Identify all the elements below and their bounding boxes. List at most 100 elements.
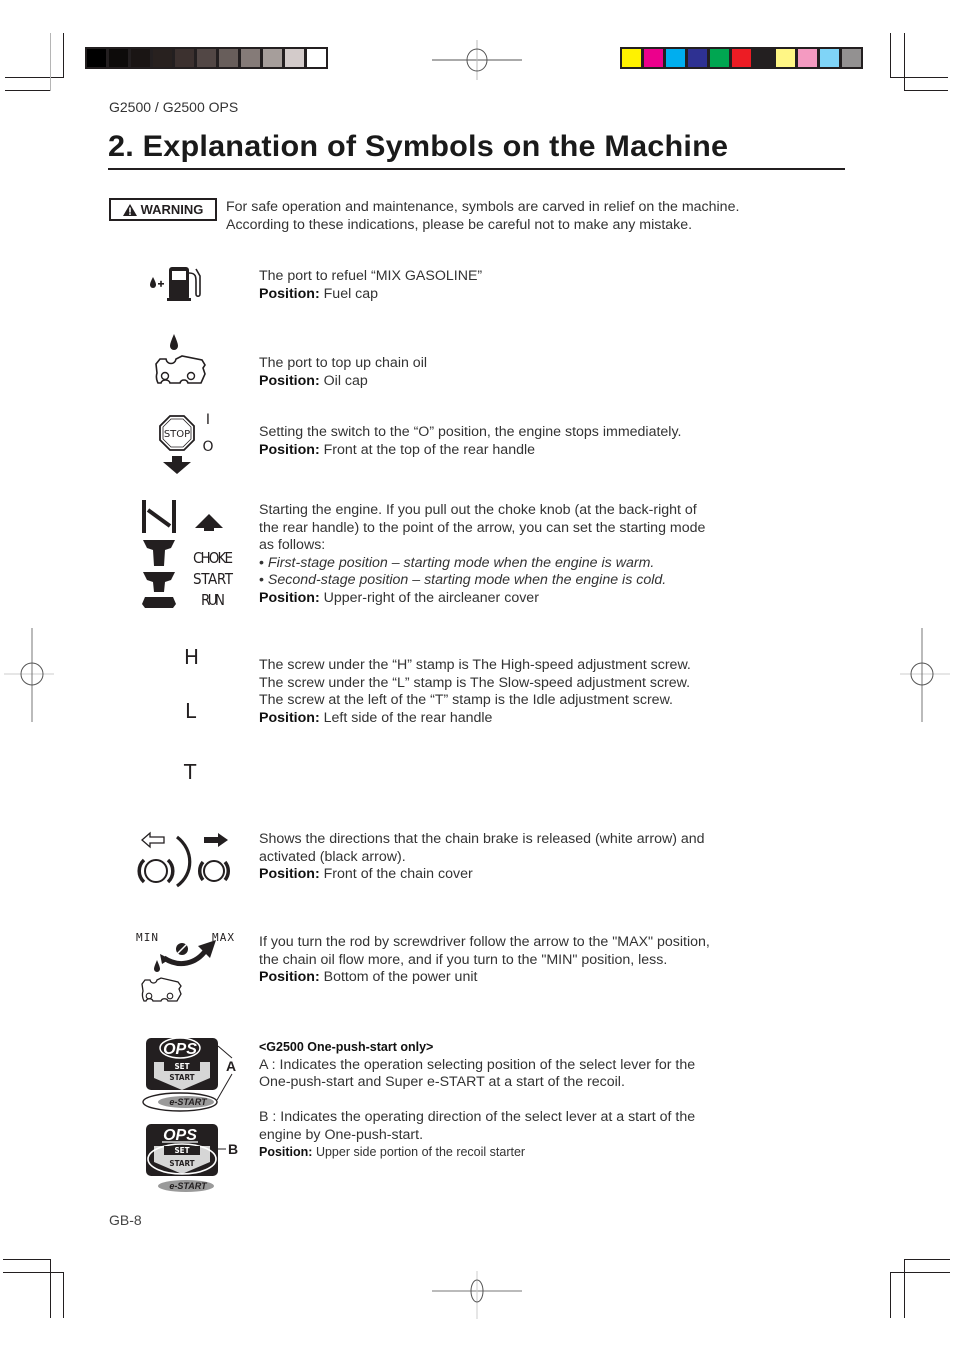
color-swatch [798, 49, 817, 67]
description-line: If you turn the rod by screwdriver follo… [259, 934, 710, 950]
warning-triangle-icon [122, 203, 137, 216]
warning-badge: WARNING [109, 198, 217, 221]
running-head: G2500 / G2500 OPS [109, 99, 239, 115]
description-line: One-push-start and Super e-START at a st… [259, 1074, 625, 1090]
position-label: Position: [259, 866, 320, 882]
position-line: Position: Upper side portion of the reco… [259, 1144, 729, 1162]
bullet-item: • Second-stage position – starting mode … [259, 572, 667, 588]
release-arrow-icon [141, 831, 165, 849]
max-label: MAX [212, 931, 234, 944]
description-line: Starting the engine. If you pull out the… [259, 502, 697, 518]
start-label: START [193, 570, 234, 588]
title-rule [108, 168, 845, 170]
choke-icon: CHOKE START RUN [140, 500, 240, 612]
chain-brake-icon [136, 830, 234, 890]
position-value: Bottom of the power unit [323, 969, 478, 985]
registration-mark-top [432, 40, 522, 80]
position-value: Oil cap [323, 372, 368, 389]
min-label: MIN [136, 931, 158, 944]
symbol-description-chain-brake: Shows the directions that the chain brak… [259, 831, 729, 884]
position-label: Position: [259, 969, 320, 985]
activate-arrow-icon [204, 833, 228, 847]
color-swatch [622, 49, 641, 67]
description-line: the rear handle) to the point of the arr… [259, 519, 706, 536]
position-line: Position: Front at the top of the rear h… [259, 442, 729, 460]
symbol-description-choke: Starting the engine. If you pull out the… [259, 502, 729, 607]
position-label: Position: [259, 709, 320, 726]
registration-mark-left [4, 628, 54, 722]
slow-speed-screw-stamp: L [185, 699, 197, 723]
color-swatch [710, 49, 729, 67]
position-line: Position: Fuel cap [259, 286, 729, 304]
set-label: SET [174, 1062, 189, 1071]
symbol-description-chain-oil: The port to top up chain oil Position: O… [259, 355, 729, 390]
description-line: Setting the switch to the “O” position, … [259, 424, 682, 440]
ops-lever-icon-a: OPS SET START e-START A [140, 1036, 244, 1114]
intro-line: According to these indications, please b… [226, 217, 693, 233]
description-line: The screw under the “H” stamp is The Hig… [259, 657, 691, 673]
switch-on-label: I [206, 412, 210, 428]
page-number: GB-8 [109, 1212, 142, 1228]
estart-label: e-START [169, 1097, 208, 1107]
description-line: engine by One-push-start. [259, 1126, 424, 1143]
gray-swatch [87, 49, 106, 67]
position-value: Front at the top of the rear handle [323, 441, 536, 458]
gray-swatch [131, 49, 150, 67]
gray-swatch [175, 49, 194, 67]
position-value: Upper side portion of the recoil starter [315, 1145, 526, 1159]
position-value: Upper-right of the aircleaner cover [323, 589, 539, 606]
callout-b-label: B [228, 1141, 238, 1157]
intro-line: For safe operation and maintenance, symb… [226, 199, 740, 215]
idle-screw-stamp: T [184, 760, 197, 784]
intro-text: For safe operation and maintenance, symb… [226, 198, 739, 234]
stop-label: STOP [164, 429, 190, 440]
description-line: The port to refuel “MIX GASOLINE” [259, 268, 483, 284]
gray-swatch [307, 49, 326, 67]
description-line: A : Indicates the operation selecting po… [259, 1056, 696, 1073]
symbol-description-fuel: The port to refuel “MIX GASOLINE” Positi… [259, 268, 729, 303]
run-label: RUN [201, 591, 225, 609]
position-line: Position: Front of the chain cover [259, 866, 729, 884]
position-line: Position: Left side of the rear handle [259, 710, 729, 728]
oil-adjust-icon: MIN MAX [134, 928, 238, 1008]
stop-switch-icon: STOP I O [158, 410, 218, 476]
position-label: Position: [259, 372, 320, 389]
color-swatch [842, 49, 861, 67]
color-swatch [754, 49, 773, 67]
position-line: Position: Oil cap [259, 373, 729, 391]
description-line: The port to top up chain oil [259, 355, 427, 371]
color-swatch [688, 49, 707, 67]
ops-label: OPS [163, 1041, 197, 1058]
description-line: The screw at the left of the “T” stamp i… [259, 692, 673, 708]
description-line: activated (black arrow). [259, 848, 406, 865]
position-value: Fuel cap [323, 285, 379, 302]
registration-mark-bottom [432, 1271, 522, 1319]
switch-off-label: O [202, 439, 213, 455]
choke-label: CHOKE [193, 549, 233, 567]
symbol-description-ops: <G2500 One-push-start only> A : Indicate… [259, 1039, 729, 1162]
color-swatch [732, 49, 751, 67]
chain-oil-icon [154, 332, 208, 390]
position-label: Position: [259, 285, 320, 302]
position-value: Front of the chain cover [323, 866, 473, 882]
description-line: B : Indicates the operating direction of… [259, 1109, 696, 1125]
start-label: START [169, 1159, 194, 1168]
color-swatch [666, 49, 685, 67]
registration-mark-right [900, 628, 950, 722]
ops-lever-icon-b: OPS SET START e-START B [140, 1122, 244, 1196]
bullet-text: Second-stage position – starting mode wh… [267, 572, 667, 588]
description-line: as follows: [259, 537, 326, 553]
high-speed-screw-stamp: H [184, 645, 200, 669]
grayscale-color-bar [85, 47, 328, 69]
description-line: Shows the directions that the chain brak… [259, 831, 705, 847]
set-label: SET [174, 1146, 189, 1155]
color-swatch [820, 49, 839, 67]
warning-label: WARNING [140, 202, 204, 217]
start-label: START [169, 1073, 194, 1082]
process-color-bar [620, 47, 863, 69]
gray-swatch [241, 49, 260, 67]
bullet-item: • First-stage position – starting mode w… [259, 554, 655, 571]
gray-swatch [285, 49, 304, 67]
description-line: the chain oil flow more, and if you turn… [259, 951, 668, 968]
ops-heading: <G2500 One-push-start only> [259, 1040, 434, 1054]
